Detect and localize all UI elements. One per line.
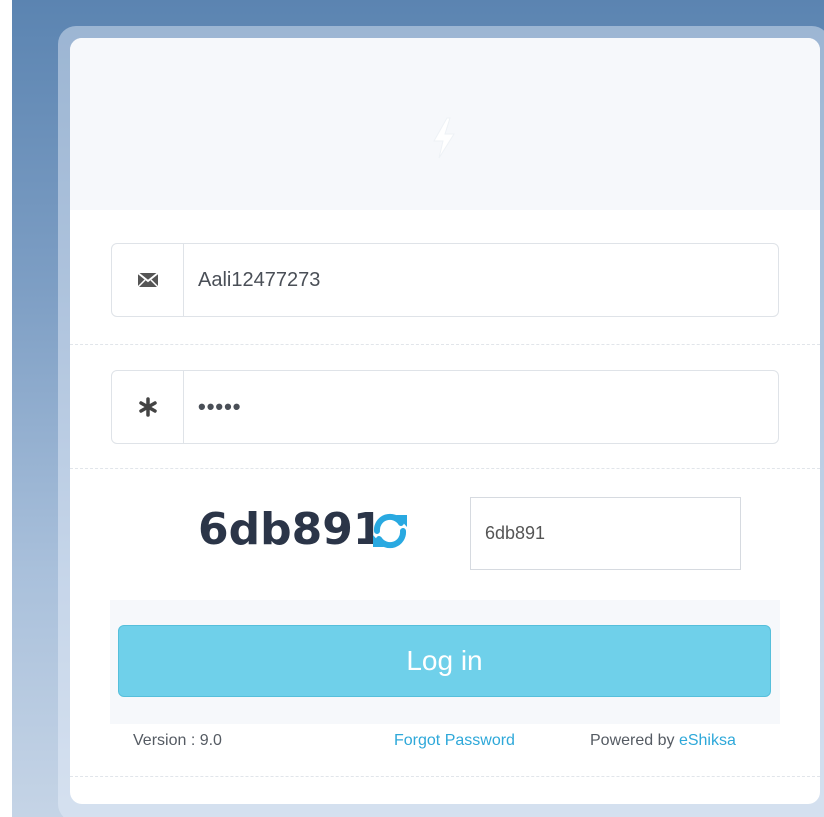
password-input[interactable]: ••••• (184, 371, 778, 443)
divider (70, 776, 820, 777)
bolt-icon (433, 117, 455, 159)
username-input[interactable]: Aali12477273 (184, 244, 778, 316)
powered-by: Powered by eShiksa (590, 732, 736, 750)
captcha-code: 6db891 (198, 504, 384, 555)
eshiksa-link[interactable]: eShiksa (679, 732, 736, 749)
login-card: Aali12477273 ••••• 6db891 6db891 Log in … (70, 38, 820, 804)
password-row: ••••• (111, 370, 779, 444)
username-row: Aali12477273 (111, 243, 779, 317)
envelope-icon (136, 272, 159, 288)
forgot-password-link[interactable]: Forgot Password (394, 732, 515, 750)
username-addon (112, 244, 184, 316)
login-zone: Log in (110, 600, 780, 724)
divider (70, 468, 820, 469)
divider (70, 344, 820, 345)
window-edge (0, 0, 12, 817)
powered-by-label: Powered by (590, 732, 675, 749)
password-addon (112, 371, 184, 443)
asterisk-icon (138, 397, 157, 417)
login-button[interactable]: Log in (118, 625, 771, 697)
captcha-input[interactable]: 6db891 (470, 497, 741, 570)
version-label: Version : 9.0 (133, 732, 222, 749)
card-header (70, 38, 820, 210)
refresh-icon[interactable] (370, 511, 410, 551)
